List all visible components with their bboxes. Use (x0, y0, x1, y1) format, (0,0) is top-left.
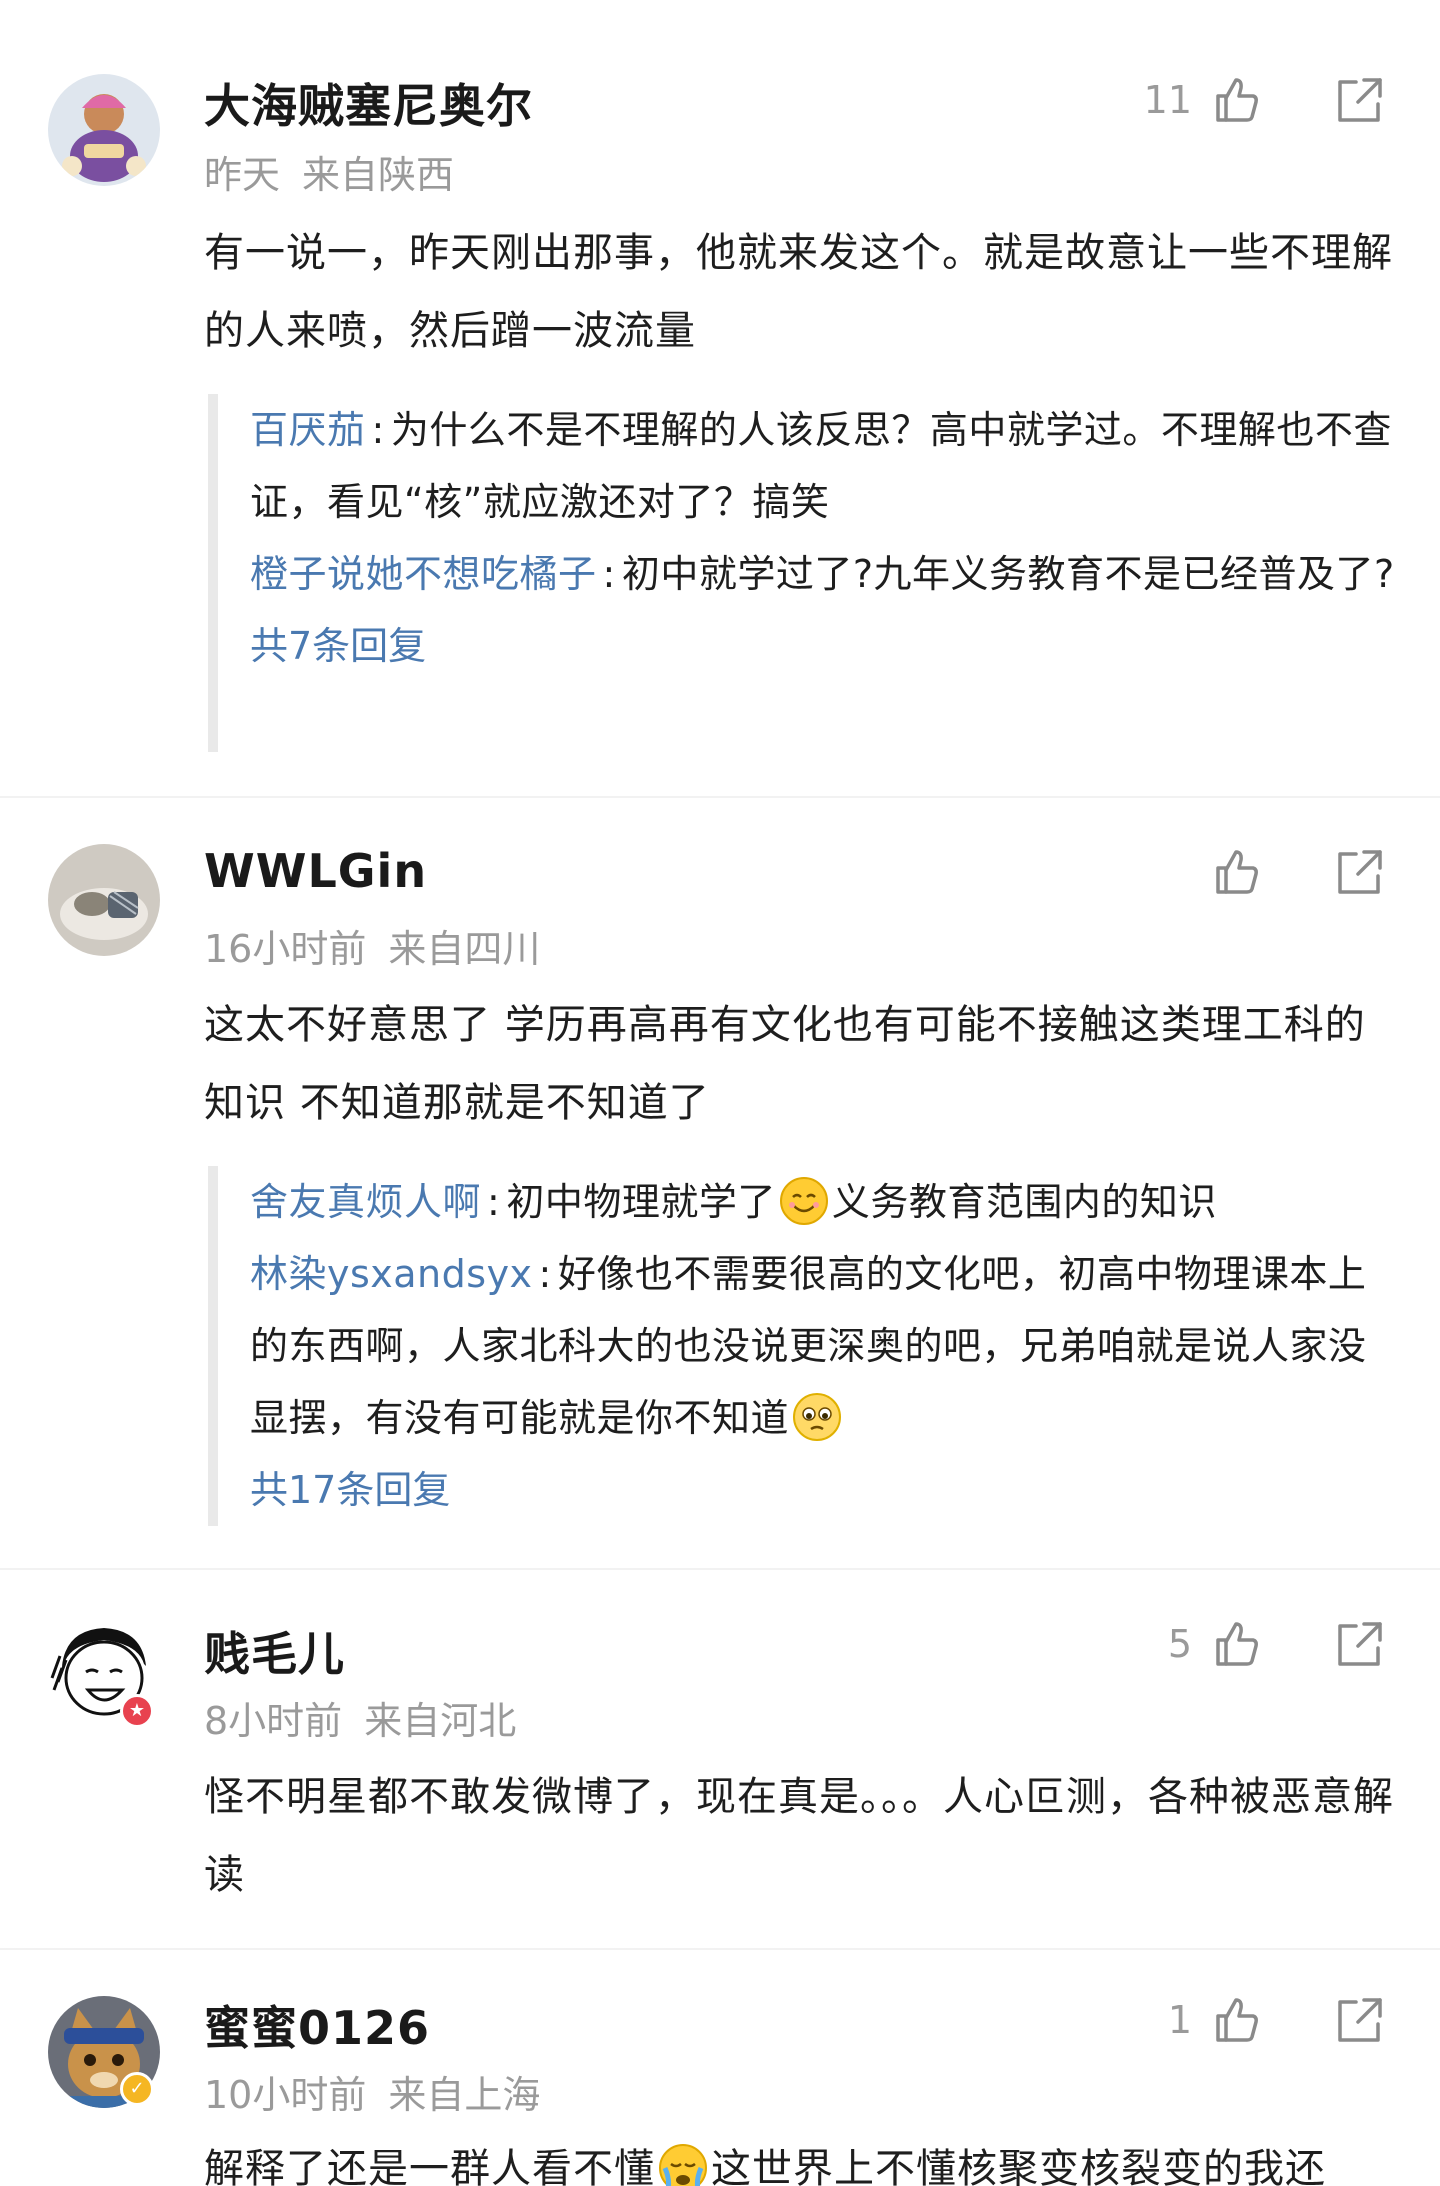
reply-author[interactable]: 林染ysxandsyx (250, 1252, 533, 1296)
comment-text-part: 解释了还是一群人看不懂 (204, 2146, 655, 2186)
share-icon[interactable] (1332, 1616, 1388, 1672)
reply-author[interactable]: 百厌茄 (250, 408, 366, 452)
reply-text: 初中就学过了?九年义务教育不是已经普及了? (621, 552, 1395, 596)
comment-location: 来自四川 (388, 927, 541, 971)
comment-actions (1192, 842, 1388, 902)
share-icon[interactable] (1332, 72, 1388, 128)
view-all-replies-link[interactable]: 共7条回复 (250, 610, 1398, 682)
like-count: 11 (1143, 78, 1192, 122)
comment-actions: 1 (1168, 1990, 1388, 2050)
comment-actions: 5 (1168, 1614, 1388, 1674)
comment-time: 昨天 (204, 153, 281, 197)
like-icon[interactable] (1208, 72, 1264, 128)
comment-time: 10小时前 (204, 2073, 367, 2117)
username[interactable]: 贱毛儿 (204, 1618, 345, 1684)
reply-item: 百厌茄: 为什么不是不理解的人该反思？高中就学过。不理解也不查证，看见“核”就应激… (250, 408, 1392, 524)
comment-text: 这太不好意思了 学历再高再有文化也有可能不接触这类理工科的知识 不知道那就是不知… (204, 1002, 1366, 1126)
divider (0, 1948, 1440, 1950)
reply-text: 义务教育范围内的知识 (831, 1180, 1217, 1224)
comment-text-part: 这世界上不懂核聚变核裂变的我还 (711, 2146, 1326, 2186)
comment-text: 有一说一，昨天刚出那事，他就来发这个。就是故意让一些不理解的人来喷，然后蹭一波流… (204, 230, 1393, 354)
comment-time: 8小时前 (204, 1699, 343, 1743)
reply-text: 为什么不是不理解的人该反思？高中就学过。不理解也不查证，看见“核”就应激还对了？… (250, 408, 1392, 524)
comment-meta: 10小时前 来自上海 (204, 2064, 540, 2119)
comment-meta: 昨天 来自陕西 (204, 144, 454, 199)
reply-item: 橙子说她不想吃橘子: 初中就学过了?九年义务教育不是已经普及了? (250, 552, 1395, 596)
username[interactable]: 大海贼塞尼奥尔 (204, 70, 533, 136)
reply-text: 初中物理就学了 (506, 1180, 776, 1224)
share-icon[interactable] (1332, 844, 1388, 900)
reply-item: 林染ysxandsyx: 好像也不需要很高的文化吧，初高中物理课本上的东西啊，人家… (250, 1238, 1398, 1454)
comment-actions: 11 (1144, 70, 1388, 130)
reply-thread: 百厌茄: 为什么不是不理解的人该反思？高中就学过。不理解也不查证，看见“核”就应激… (208, 394, 1398, 752)
divider (0, 796, 1440, 798)
comment-meta: 16小时前 来自四川 (204, 918, 540, 973)
crying-emoji-icon (657, 2142, 709, 2186)
comment-location: 来自上海 (388, 2073, 541, 2117)
username[interactable]: 蜜蜜0126 (204, 1992, 430, 2058)
avatar[interactable] (48, 844, 160, 956)
like-icon[interactable] (1208, 844, 1264, 900)
comment-text: 解释了还是一群人看不懂 这世界上不懂核聚变核裂变的我还 (204, 2136, 1394, 2186)
share-icon[interactable] (1332, 1992, 1388, 2048)
comment-location: 来自河北 (364, 1699, 517, 1743)
avatar[interactable] (48, 74, 160, 186)
like-count: 1 (1167, 1998, 1192, 2042)
reply-author[interactable]: 舍友真烦人啊 (250, 1180, 481, 1224)
like-icon[interactable] (1208, 1992, 1264, 2048)
like-count: 5 (1167, 1622, 1192, 1666)
reply-item: 舍友真烦人啊: 初中物理就学了 义务教育范围内的知识 (250, 1166, 1398, 1238)
smile-emoji-icon (778, 1175, 830, 1227)
divider (0, 1568, 1440, 1570)
comment-text: 怪不明星都不敢发微博了，现在真是。。。人心叵测，各种被恶意解读 (204, 1774, 1394, 1898)
view-all-replies-link[interactable]: 共17条回复 (250, 1454, 1398, 1526)
like-icon[interactable] (1208, 1616, 1264, 1672)
comment-location: 来自陕西 (302, 153, 455, 197)
reply-thread: 舍友真烦人啊: 初中物理就学了 义务教育范围内的知识 林染ysxandsyx: 好像也… (208, 1166, 1398, 1526)
reply-author[interactable]: 橙子说她不想吃橘子 (250, 552, 597, 596)
pleading-emoji-icon (791, 1391, 843, 1443)
verified-badge-icon: ✓ (120, 2072, 154, 2106)
username[interactable]: WWLGin (204, 844, 427, 898)
comment-meta: 8小时前 来自河北 (204, 1690, 516, 1745)
verified-badge-icon: ★ (120, 1694, 154, 1728)
comment-time: 16小时前 (204, 927, 367, 971)
